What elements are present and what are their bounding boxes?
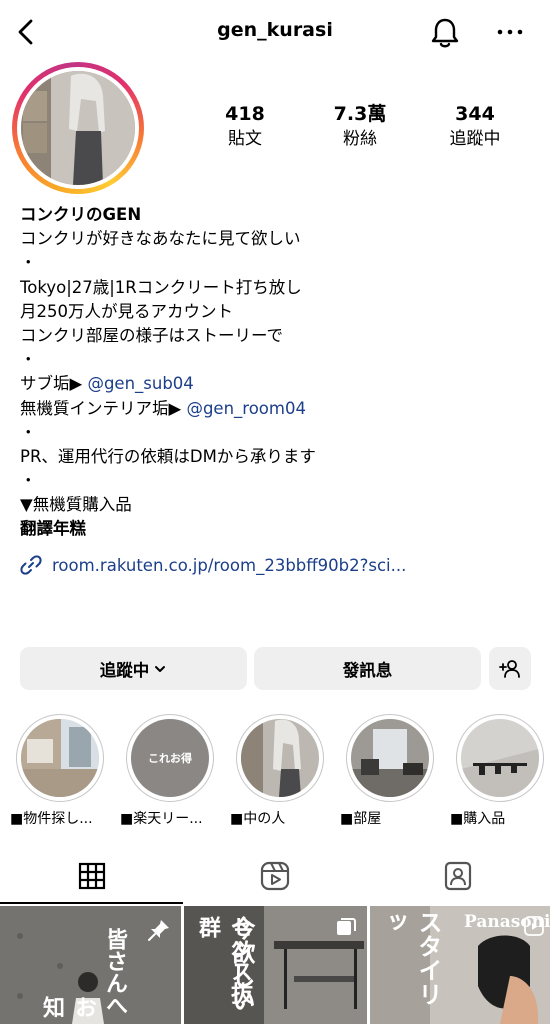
bio-line: ・ bbox=[20, 422, 37, 442]
bio-line: コンクリが好きなあなたに見て欲しい bbox=[20, 229, 301, 249]
stat-value: 344 bbox=[455, 103, 495, 125]
reels-icon bbox=[260, 861, 289, 891]
stat-label: 貼文 bbox=[228, 129, 262, 149]
following-count[interactable]: 344 追蹤中 bbox=[420, 102, 530, 158]
stat-value: 418 bbox=[225, 103, 265, 125]
suggested-users-button[interactable] bbox=[489, 647, 531, 690]
bio-text: サブ垢▶ bbox=[20, 374, 88, 394]
more-options-button[interactable] bbox=[494, 20, 526, 44]
avatar-story-ring[interactable] bbox=[12, 62, 144, 194]
tab-posts-grid[interactable] bbox=[0, 848, 183, 904]
post-overlay-text: スタイリッ bbox=[379, 910, 443, 1006]
mention-link[interactable]: @gen_room04 bbox=[186, 399, 306, 418]
notifications-button[interactable] bbox=[429, 16, 461, 50]
tagged-icon bbox=[444, 861, 471, 891]
highlight-item[interactable]: ■物件探し... bbox=[10, 714, 104, 828]
highlight-item[interactable]: ■部屋 bbox=[340, 714, 434, 828]
highlight-label: ■購入品 bbox=[450, 811, 506, 827]
grid-icon bbox=[78, 862, 105, 890]
profile-display-name: コンクリのGEN bbox=[20, 205, 142, 224]
post-overlay-text: センス抜群 bbox=[195, 916, 253, 1004]
add-user-icon bbox=[499, 659, 520, 678]
bio-text: 無機質インテリア垢▶ bbox=[20, 398, 187, 418]
top-bar: gen_kurasi bbox=[0, 0, 550, 66]
highlight-item[interactable]: これお得 ■楽天リー... bbox=[120, 714, 214, 828]
highlight-cover bbox=[21, 719, 99, 797]
message-button[interactable]: 發訊息 bbox=[254, 647, 481, 690]
posts-grid: 皆さんへ お知 今欲しい センス抜群 スタイリッ Panasonic bbox=[0, 906, 550, 1024]
stat-label: 粉絲 bbox=[343, 129, 377, 149]
following-button-label: 追蹤中 bbox=[99, 660, 150, 680]
profile-tabs bbox=[0, 848, 550, 904]
bio-line: ▼無機質購入品 bbox=[20, 495, 132, 515]
highlight-cover-text: これお得 bbox=[148, 752, 192, 765]
active-tab-indicator bbox=[0, 902, 183, 904]
bio-line-sub-account: サブ垢▶ @gen_sub04 bbox=[20, 372, 530, 396]
bio-line: ・ bbox=[20, 253, 37, 273]
bio-line: ・ bbox=[20, 350, 37, 370]
highlight-label: ■物件探し... bbox=[10, 811, 93, 827]
profile-link[interactable]: room.rakuten.co.jp/room_23bbff90b2?sci..… bbox=[20, 552, 406, 578]
post-thumbnail[interactable]: スタイリッ Panasonic bbox=[370, 906, 550, 1024]
bio-line: ・ bbox=[20, 471, 37, 491]
tab-reels[interactable] bbox=[183, 848, 366, 904]
highlight-cover bbox=[241, 719, 319, 797]
mention-link[interactable]: @gen_sub04 bbox=[87, 374, 193, 393]
highlight-label: ■楽天リー... bbox=[120, 811, 203, 827]
chevron-down-icon bbox=[155, 665, 166, 672]
avatar bbox=[21, 71, 135, 185]
profile-link-text[interactable]: room.rakuten.co.jp/room_23bbff90b2?sci..… bbox=[52, 556, 406, 575]
link-icon bbox=[20, 555, 42, 575]
post-overlay-text: お知 bbox=[39, 996, 97, 1018]
bio-line: 月250万人が見るアカウント bbox=[20, 301, 233, 321]
bio-line: Tokyo|27歳|1Rコンクリート打ち放し bbox=[20, 277, 302, 297]
pin-icon bbox=[148, 920, 169, 941]
tab-tagged[interactable] bbox=[366, 848, 549, 904]
highlight-item[interactable]: ■中の人 bbox=[230, 714, 324, 828]
posts-count[interactable]: 418 貼文 bbox=[190, 102, 300, 158]
bio-line: PR、運用代行の依頼はDMから承ります bbox=[20, 446, 316, 466]
post-overlay-text: 皆さんへ bbox=[102, 928, 128, 1016]
post-thumbnail[interactable]: 今欲しい センス抜群 bbox=[184, 906, 367, 1024]
bell-icon bbox=[431, 18, 459, 48]
stat-value: 7.3萬 bbox=[333, 103, 387, 125]
highlight-cover bbox=[351, 719, 429, 797]
more-horizontal-icon bbox=[497, 29, 523, 35]
highlight-cover bbox=[461, 719, 539, 797]
highlight-cover: これお得 bbox=[131, 719, 209, 797]
story-highlights: ■物件探し... これお得 ■楽天リー... ■中の人 ■部屋 ■購入品 bbox=[10, 714, 550, 828]
profile-stats: 418 貼文 7.3萬 粉絲 344 追蹤中 bbox=[190, 102, 530, 158]
carousel-icon bbox=[337, 918, 356, 935]
bio-line-interior-account: 無機質インテリア垢▶ @gen_room04 bbox=[20, 397, 530, 421]
highlight-label: ■中の人 bbox=[230, 811, 286, 827]
highlight-label: ■部屋 bbox=[340, 811, 382, 827]
post-thumbnail[interactable]: 皆さんへ お知 bbox=[0, 906, 181, 1024]
followers-count[interactable]: 7.3萬 粉絲 bbox=[305, 102, 415, 158]
profile-username: gen_kurasi bbox=[217, 19, 333, 41]
stat-label: 追蹤中 bbox=[449, 129, 501, 149]
following-button[interactable]: 追蹤中 bbox=[20, 647, 247, 690]
message-button-label: 發訊息 bbox=[342, 660, 393, 680]
highlight-item[interactable]: ■購入品 bbox=[450, 714, 544, 828]
bio-line: コンクリ部屋の様子はストーリーで bbox=[20, 325, 284, 345]
reel-icon bbox=[524, 916, 544, 936]
profile-bio: コンクリのGEN コンクリが好きなあなたに見て欲しい ・ Tokyo|27歳|1… bbox=[20, 203, 530, 542]
translate-button[interactable]: 翻譯年糕 bbox=[20, 517, 530, 541]
